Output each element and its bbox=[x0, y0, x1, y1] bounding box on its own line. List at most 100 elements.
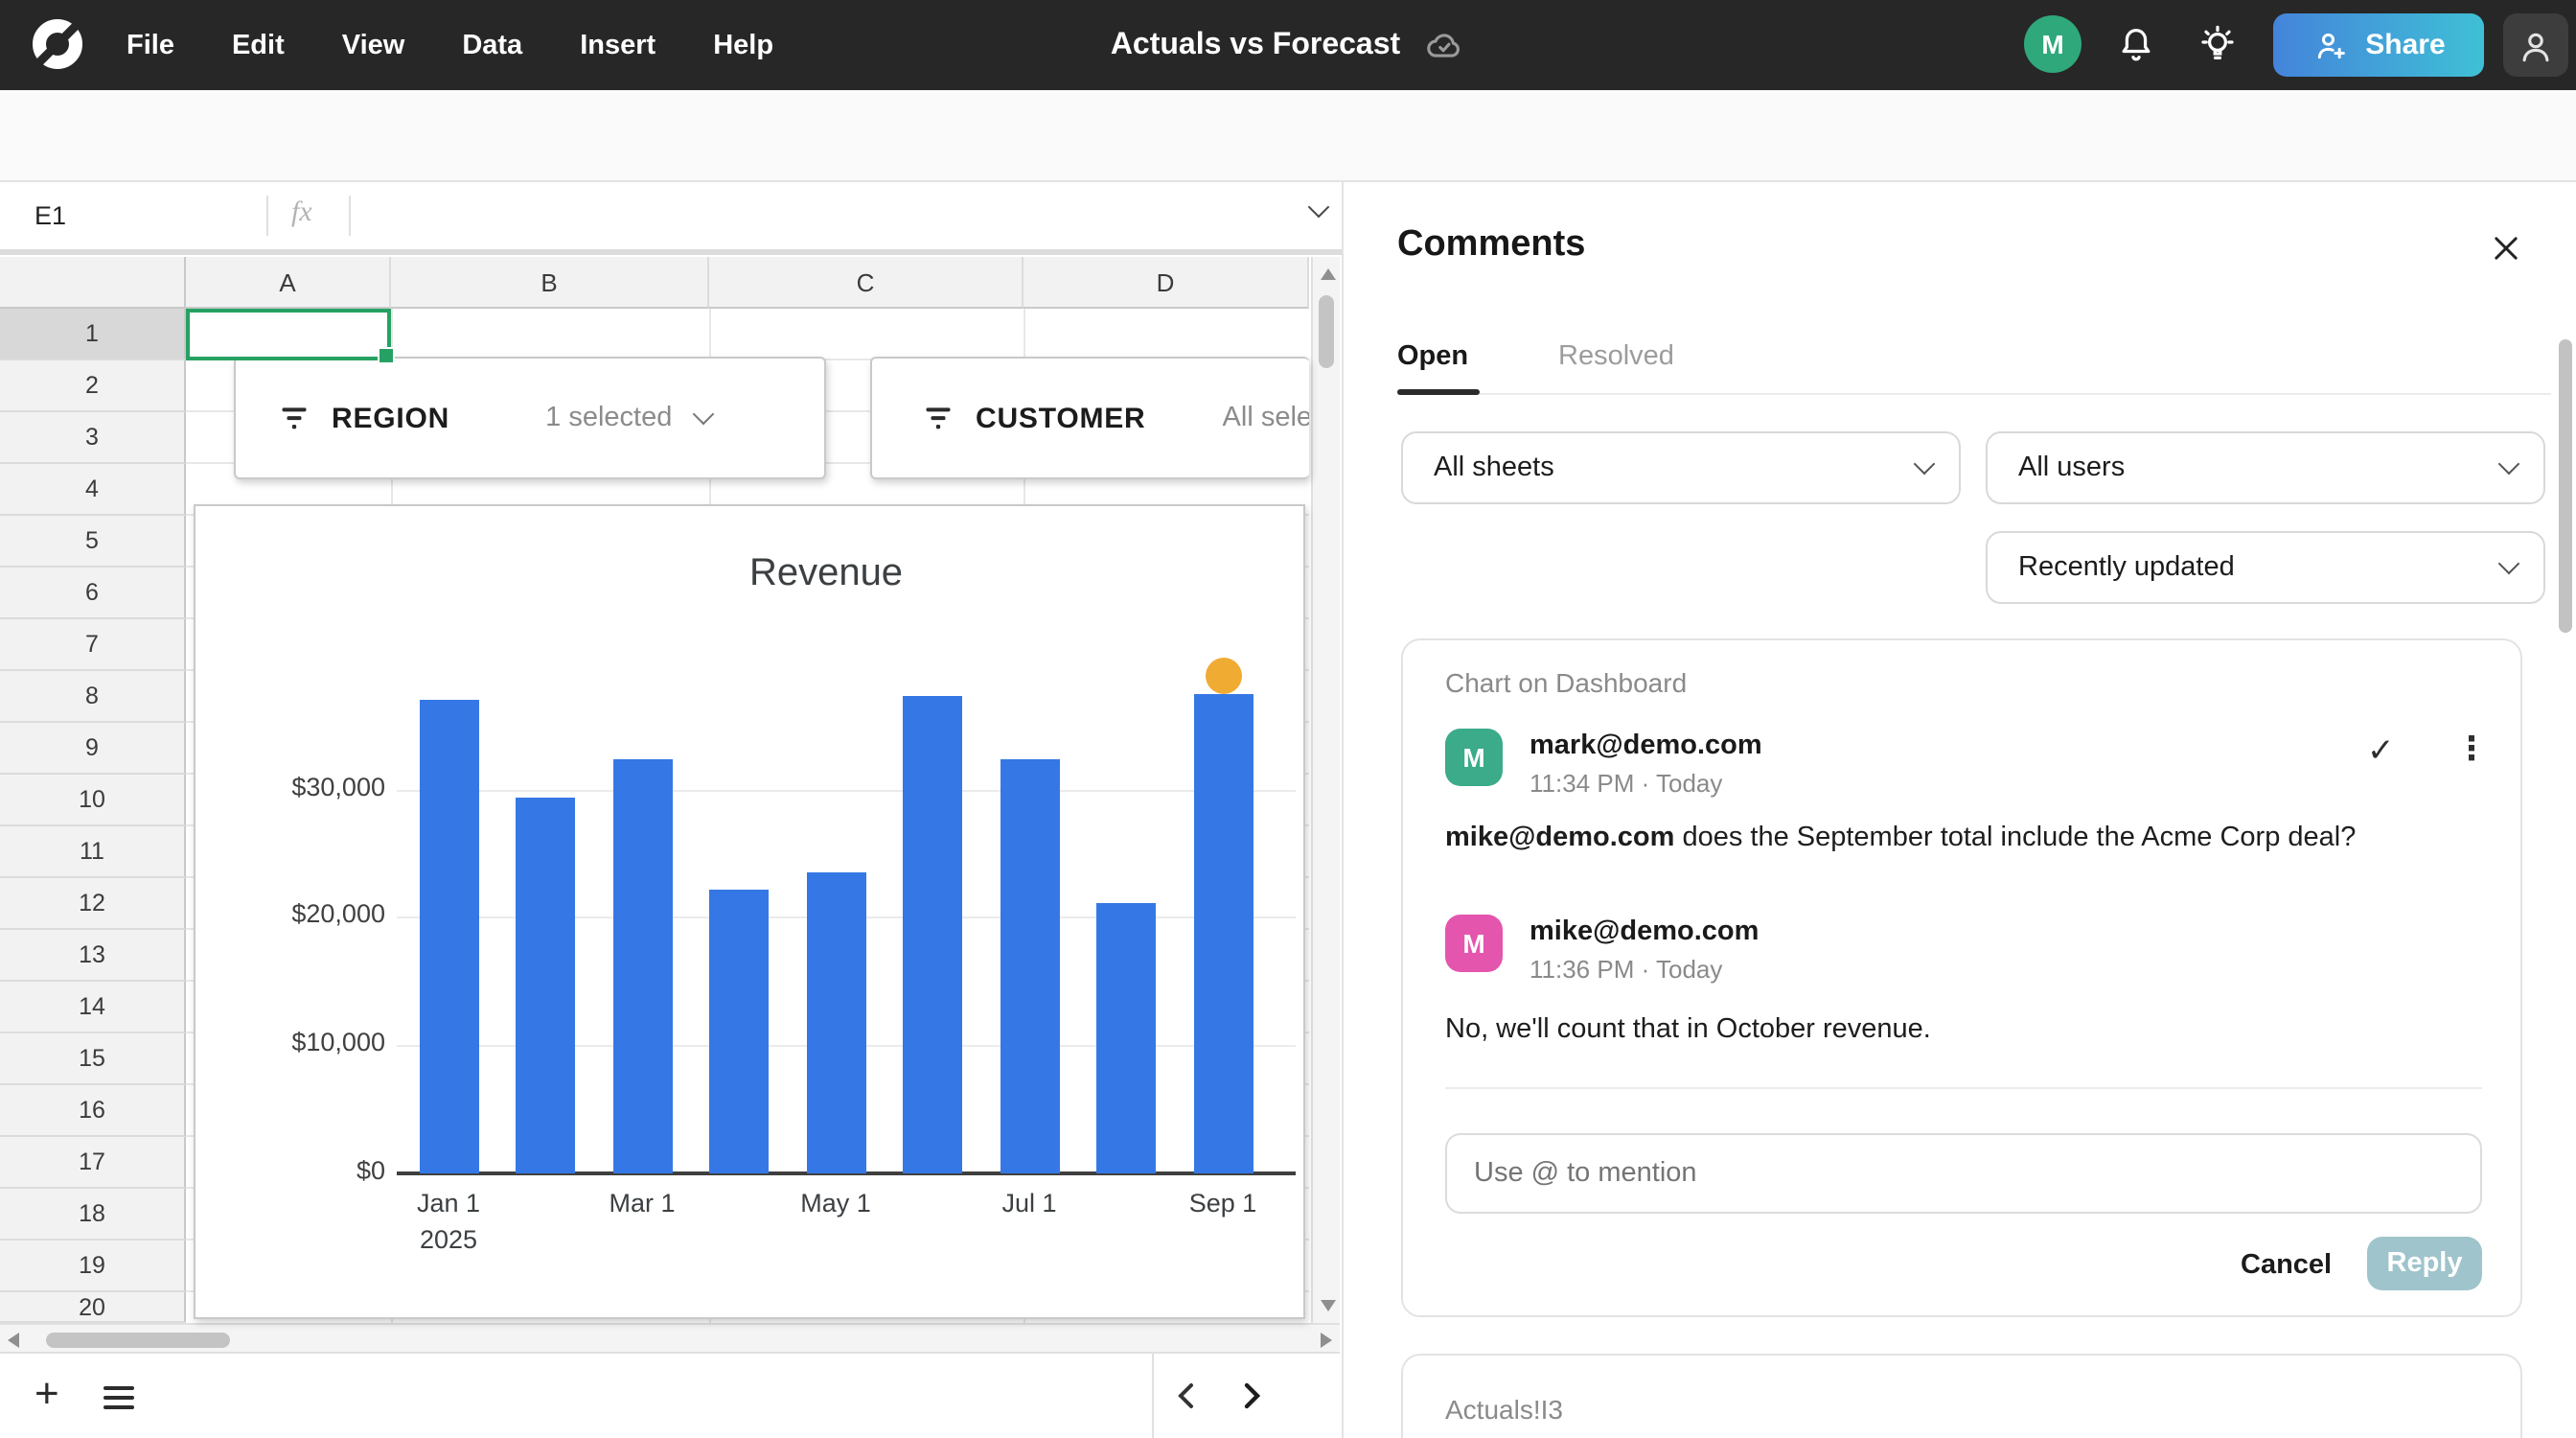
panel-title: Comments bbox=[1397, 224, 1586, 265]
comment-text: mike@demo.com does the September total i… bbox=[1445, 823, 2357, 853]
comment-location[interactable]: Chart on Dashboard bbox=[1445, 667, 1687, 698]
row-header-6[interactable]: 6 bbox=[0, 568, 186, 619]
tab-open[interactable]: Open bbox=[1397, 341, 1468, 372]
customer-filter-widget[interactable]: CUSTOMER All selected bbox=[870, 357, 1309, 479]
row-header-15[interactable]: 15 bbox=[0, 1033, 186, 1085]
column-header-D[interactable]: D bbox=[1024, 257, 1309, 309]
row-header-1[interactable]: 1 bbox=[0, 309, 186, 360]
tips-lightbulb-icon[interactable] bbox=[2195, 21, 2241, 67]
filter-icon bbox=[278, 404, 310, 432]
row-header-8[interactable]: 8 bbox=[0, 671, 186, 723]
app-window: File Edit View Data Insert Help Actuals vs Fo… bbox=[0, 0, 2576, 1438]
x-axis-tick-sublabel: 2025 bbox=[419, 1225, 478, 1254]
row-header-16[interactable]: 16 bbox=[0, 1085, 186, 1137]
scroll-right-icon[interactable] bbox=[1321, 1333, 1332, 1348]
next-sheet-chevron-icon[interactable] bbox=[1238, 1380, 1265, 1411]
scroll-down-icon[interactable] bbox=[1320, 1300, 1335, 1311]
grid-corner-cell[interactable] bbox=[0, 257, 186, 309]
bar-Mar 2025 bbox=[612, 759, 672, 1173]
vertical-scroll-thumb[interactable] bbox=[1319, 295, 1334, 368]
close-panel-icon[interactable] bbox=[2490, 232, 2522, 265]
row-header-10[interactable]: 10 bbox=[0, 775, 186, 826]
fill-handle[interactable] bbox=[378, 347, 395, 364]
scroll-up-icon[interactable] bbox=[1320, 268, 1335, 280]
row-header-13[interactable]: 13 bbox=[0, 930, 186, 982]
reply-button[interactable]: Reply bbox=[2367, 1237, 2482, 1290]
row-header-2[interactable]: 2 bbox=[0, 360, 186, 412]
menu-item-view[interactable]: View bbox=[342, 30, 405, 60]
comment-thread-card[interactable]: Actuals!I3 bbox=[1401, 1354, 2522, 1438]
user-avatar[interactable]: M bbox=[2024, 15, 2082, 73]
column-header-B[interactable]: B bbox=[391, 257, 709, 309]
column-header-A[interactable]: A bbox=[186, 257, 391, 309]
menu-bar: File Edit View Data Insert Help bbox=[126, 0, 773, 90]
users-filter-dropdown[interactable]: All users bbox=[1986, 431, 2545, 504]
panel-scroll-thumb[interactable] bbox=[2559, 339, 2572, 633]
comment-thread-card[interactable]: Chart on Dashboard M mark@demo.com 11:34… bbox=[1401, 638, 2522, 1317]
filter-icon bbox=[922, 404, 954, 432]
app-logo-icon[interactable] bbox=[31, 17, 84, 71]
menu-item-insert[interactable]: Insert bbox=[580, 30, 656, 60]
horizontal-scroll-thumb[interactable] bbox=[46, 1333, 230, 1348]
selected-cell[interactable] bbox=[186, 309, 395, 364]
sheet-list-menu-icon[interactable] bbox=[104, 1380, 134, 1414]
column-header-C[interactable]: C bbox=[709, 257, 1024, 309]
mention[interactable]: mike@demo.com bbox=[1445, 823, 1674, 853]
menu-item-help[interactable]: Help bbox=[713, 30, 773, 60]
profile-button[interactable] bbox=[2503, 13, 2568, 77]
tab-resolved[interactable]: Resolved bbox=[1558, 341, 1674, 372]
comment-location[interactable]: Actuals!I3 bbox=[1445, 1394, 1563, 1425]
formula-bar-expand-chevron-icon[interactable] bbox=[1307, 196, 1330, 219]
cell-reference[interactable]: E1 bbox=[34, 201, 66, 230]
row-header-5[interactable]: 5 bbox=[0, 516, 186, 568]
prev-sheet-chevron-icon[interactable] bbox=[1173, 1380, 1200, 1411]
row-header-20[interactable]: 20 bbox=[0, 1292, 186, 1323]
row-header-19[interactable]: 19 bbox=[0, 1241, 186, 1292]
row-header-14[interactable]: 14 bbox=[0, 982, 186, 1033]
region-filter-widget[interactable]: REGION 1 selected bbox=[234, 357, 826, 479]
scroll-left-icon[interactable] bbox=[8, 1333, 19, 1348]
resolve-check-icon[interactable]: ✓ bbox=[2367, 732, 2395, 771]
menu-item-edit[interactable]: Edit bbox=[232, 30, 285, 60]
x-axis-tick-label: Sep 1 bbox=[1188, 1189, 1257, 1218]
revenue-chart[interactable]: Revenue $0 $10,000 $20,000 $30,000 Jan 1 2025… bbox=[194, 504, 1305, 1319]
comment-indicator-dot[interactable] bbox=[1205, 657, 1241, 693]
grid-vertical-scrollbar[interactable] bbox=[1311, 257, 1340, 1323]
menu-item-file[interactable]: File bbox=[126, 30, 174, 60]
row-header-9[interactable]: 9 bbox=[0, 723, 186, 775]
reply-input[interactable] bbox=[1445, 1133, 2482, 1214]
bar-Aug 2025 bbox=[1096, 903, 1156, 1173]
row-header-11[interactable]: 11 bbox=[0, 826, 186, 878]
y-axis-tick-label: $10,000 bbox=[291, 1028, 385, 1057]
row-header-7[interactable]: 7 bbox=[0, 619, 186, 671]
comment-time: 11:34 PM · Today bbox=[1530, 769, 1723, 798]
sort-value: Recently updated bbox=[2018, 552, 2235, 583]
comment-avatar: M bbox=[1445, 729, 1503, 786]
document-title[interactable]: Actuals vs Forecast bbox=[1111, 28, 1400, 62]
bar-Feb 2025 bbox=[516, 797, 575, 1173]
notifications-bell-icon[interactable] bbox=[2114, 23, 2158, 67]
comment-author: mike@demo.com bbox=[1530, 916, 1760, 947]
add-sheet-button[interactable]: + bbox=[34, 1369, 59, 1419]
cancel-button[interactable]: Cancel bbox=[2241, 1250, 2332, 1281]
menu-item-data[interactable]: Data bbox=[462, 30, 522, 60]
row-header-18[interactable]: 18 bbox=[0, 1189, 186, 1241]
bar-Jan 2025 bbox=[419, 699, 478, 1173]
share-button[interactable]: Share bbox=[2273, 13, 2484, 77]
row-header-17[interactable]: 17 bbox=[0, 1137, 186, 1189]
row-header-12[interactable]: 12 bbox=[0, 878, 186, 930]
filter-label: REGION bbox=[332, 402, 450, 434]
row-header-4[interactable]: 4 bbox=[0, 464, 186, 516]
sheets-filter-dropdown[interactable]: All sheets bbox=[1401, 431, 1961, 504]
y-axis-tick-label: $20,000 bbox=[291, 899, 385, 929]
sort-dropdown[interactable]: Recently updated bbox=[1986, 531, 2545, 604]
comment-time: 11:36 PM · Today bbox=[1530, 955, 1723, 984]
formula-input[interactable] bbox=[958, 186, 1303, 244]
row-header-3[interactable]: 3 bbox=[0, 412, 186, 464]
sheet-tab-bar: + ActualsDashboardOrdersCustomersForecas… bbox=[0, 1354, 1342, 1438]
comments-panel: Comments Open Resolved All sheets All us… bbox=[1342, 182, 2576, 1438]
person-icon bbox=[2522, 32, 2549, 61]
comment-menu-kebab-icon[interactable]: ⋮ bbox=[2455, 731, 2488, 769]
top-bar: File Edit View Data Insert Help Actuals vs Fo… bbox=[0, 0, 2576, 90]
grid-horizontal-scrollbar[interactable] bbox=[0, 1323, 1340, 1354]
